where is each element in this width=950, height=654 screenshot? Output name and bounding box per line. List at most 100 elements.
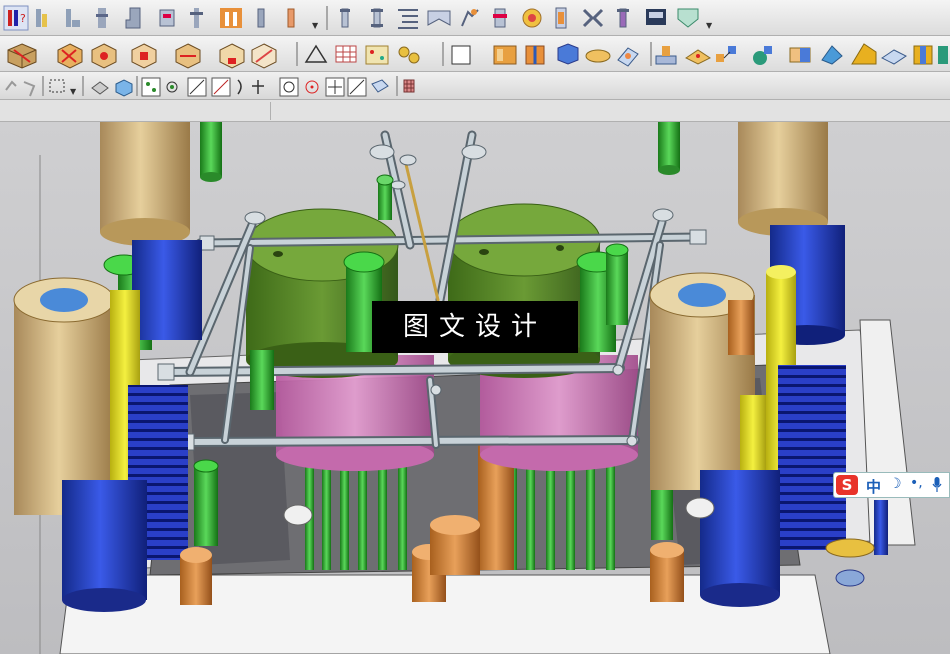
icon-10[interactable] xyxy=(365,45,389,65)
ime-halfwidth-moon-icon[interactable]: ☽ xyxy=(889,476,902,492)
microphone-icon[interactable] xyxy=(932,477,942,492)
cad-3d-viewport[interactable]: 图文设计 S 中 ☽ •, xyxy=(0,122,950,654)
ime-logo-icon[interactable]: S xyxy=(836,475,858,495)
toolbar-separator xyxy=(42,76,44,96)
toolbar-separator xyxy=(136,76,138,96)
icon-12[interactable] xyxy=(279,77,299,97)
icon-6[interactable] xyxy=(141,77,161,97)
icon-4[interactable] xyxy=(96,8,108,28)
icon-15[interactable] xyxy=(347,77,367,97)
icon-11[interactable] xyxy=(398,46,420,64)
icon-24[interactable] xyxy=(851,43,877,65)
toolbar-row-3: ▼ xyxy=(0,72,950,100)
icon-14[interactable] xyxy=(325,77,345,97)
right-blue-spring xyxy=(778,365,846,550)
icon-9[interactable] xyxy=(335,45,357,63)
icon-4[interactable] xyxy=(91,81,109,95)
icon-18[interactable] xyxy=(555,7,567,29)
watermark-text: 图文设计 xyxy=(402,312,547,342)
toolbar-separator xyxy=(82,76,84,96)
icon-14[interactable] xyxy=(525,45,545,65)
icon-17[interactable] xyxy=(403,79,415,93)
icon-18[interactable] xyxy=(655,46,677,65)
icon-14[interactable] xyxy=(427,10,451,26)
toolbar-row-1-icons: ? ▼ ▼ xyxy=(3,5,713,31)
toolbar-row-2-icons xyxy=(7,42,948,69)
icon-mold-wizard[interactable]: ? xyxy=(3,5,29,31)
icon-7[interactable] xyxy=(251,43,277,69)
ime-language-toggle[interactable]: 中 xyxy=(866,476,881,497)
icon-10[interactable] xyxy=(237,79,242,95)
strip-divider xyxy=(270,102,271,120)
icon-23[interactable] xyxy=(821,45,843,65)
icon-12[interactable] xyxy=(371,8,383,28)
icon-11[interactable] xyxy=(340,8,350,28)
icon-21[interactable] xyxy=(753,46,772,65)
icon-8[interactable] xyxy=(304,44,328,63)
icon-2[interactable] xyxy=(23,81,36,97)
icon-27[interactable] xyxy=(938,46,948,64)
dropdown-arrow-icon[interactable]: ▼ xyxy=(706,21,713,30)
icon-8[interactable] xyxy=(220,8,242,28)
icon-17[interactable] xyxy=(522,8,542,28)
dropdown-arrow-icon[interactable]: ▼ xyxy=(70,87,77,96)
icon-15[interactable] xyxy=(461,9,479,27)
left-blue-post xyxy=(62,480,147,612)
icon-2[interactable] xyxy=(57,43,83,69)
status-strip xyxy=(0,100,950,122)
icon-11[interactable] xyxy=(252,80,264,94)
toolbar-separator xyxy=(396,76,398,96)
left-blue-spring-top xyxy=(132,240,202,340)
icon-1[interactable] xyxy=(7,43,37,69)
icon-2[interactable] xyxy=(36,9,47,27)
icon-8[interactable] xyxy=(187,77,207,97)
toolbar-separator xyxy=(296,42,298,66)
icon-15[interactable] xyxy=(557,43,579,65)
icon-7[interactable] xyxy=(166,81,178,93)
icon-19[interactable] xyxy=(685,49,711,65)
toolbar-row-3-icons: ▼ xyxy=(5,76,415,97)
icon-3[interactable] xyxy=(49,79,65,93)
icon-19[interactable] xyxy=(582,8,604,28)
watermark-banner: 图文设计 xyxy=(372,301,578,353)
toolbar-separator xyxy=(326,6,328,30)
icon-22[interactable] xyxy=(677,8,699,28)
ime-punctuation-icon[interactable]: •, xyxy=(910,475,923,491)
toolbar-separator xyxy=(650,42,652,66)
icon-26[interactable] xyxy=(913,45,933,65)
mold-assembly-model xyxy=(0,122,950,654)
icon-7[interactable] xyxy=(190,8,203,28)
icon-21[interactable] xyxy=(646,9,666,25)
toolbar-row-2 xyxy=(0,36,950,72)
icon-9[interactable] xyxy=(257,8,265,28)
icon-20[interactable] xyxy=(716,46,736,62)
ime-toolbar[interactable]: S 中 ☽ •, xyxy=(833,472,950,498)
icon-3[interactable] xyxy=(66,9,80,27)
dropdown-arrow-icon[interactable]: ▼ xyxy=(312,21,319,30)
icon-16[interactable] xyxy=(371,79,389,93)
icon-6[interactable] xyxy=(219,43,245,69)
icon-9[interactable] xyxy=(211,77,231,97)
toolbar-separator xyxy=(442,42,444,66)
icon-13[interactable] xyxy=(305,80,319,94)
icon-13[interactable] xyxy=(398,9,418,29)
icon-10[interactable] xyxy=(287,8,295,28)
icon-5[interactable] xyxy=(175,43,201,69)
icon-13[interactable] xyxy=(493,45,517,65)
icon-4[interactable] xyxy=(131,43,157,69)
right-tan-pillar-top xyxy=(738,122,828,236)
left-tan-bushing xyxy=(13,277,115,515)
icon-5[interactable] xyxy=(125,7,141,29)
icon-6[interactable] xyxy=(159,9,175,27)
icon-16[interactable] xyxy=(493,8,507,28)
icon-16[interactable] xyxy=(585,49,611,63)
icon-12[interactable] xyxy=(451,45,471,65)
icon-25[interactable] xyxy=(881,49,907,65)
svg-text:?: ? xyxy=(20,12,26,25)
icon-1[interactable] xyxy=(5,80,17,91)
icon-20[interactable] xyxy=(617,8,629,28)
icon-22[interactable] xyxy=(789,47,811,63)
icon-5[interactable] xyxy=(115,79,133,97)
icon-3[interactable] xyxy=(91,43,117,69)
icon-17[interactable] xyxy=(617,47,639,67)
